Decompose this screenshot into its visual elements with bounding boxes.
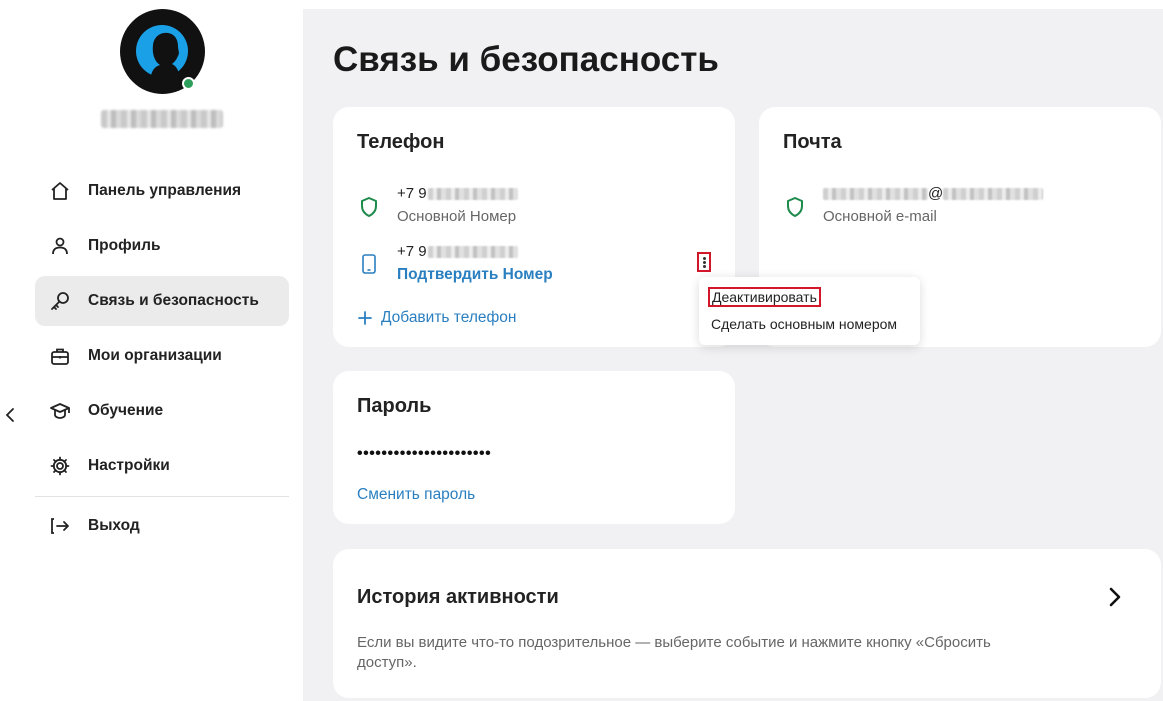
sidebar-item-organizations[interactable]: Мои организации <box>35 331 289 381</box>
key-icon <box>49 290 71 312</box>
primary-email: @ <box>823 185 1044 202</box>
online-status-dot <box>182 77 195 90</box>
history-card-title: История активности <box>357 586 559 608</box>
sidebar-item-learning[interactable]: Обучение <box>35 386 289 436</box>
make-primary-menu-item[interactable]: Сделать основным номером <box>711 316 897 332</box>
chevron-right-icon[interactable] <box>1105 585 1125 609</box>
sidebar-item-label: Профиль <box>88 237 161 254</box>
username-masked <box>101 110 223 128</box>
add-phone-link[interactable]: Добавить телефон <box>357 309 516 327</box>
change-password-link[interactable]: Сменить пароль <box>357 486 475 504</box>
sidebar-item-logout[interactable]: Выход <box>35 501 289 551</box>
kebab-dot <box>702 256 706 260</box>
collapse-sidebar-button[interactable] <box>3 404 17 426</box>
confirm-number-link[interactable]: Подтвердить Номер <box>397 266 553 284</box>
masked-email-domain <box>943 188 1044 201</box>
password-card-title: Пароль <box>357 395 432 417</box>
secondary-phone-number: +7 9 <box>397 243 518 260</box>
sidebar: Панель управления Профиль Связь и безопа… <box>0 0 303 701</box>
chevron-left-icon <box>5 408 14 422</box>
sidebar-item-profile[interactable]: Профиль <box>35 221 289 271</box>
masked-email-local <box>823 188 928 201</box>
email-card-title: Почта <box>783 131 842 153</box>
primary-email-caption: Основной e-mail <box>823 208 937 225</box>
shield-check-icon <box>783 195 807 219</box>
password-card: Пароль •••••••••••••••••••••• Сменить па… <box>333 371 735 524</box>
sidebar-item-label: Мои организации <box>88 347 222 364</box>
history-description: Если вы видите что-то подозрительное — в… <box>357 634 991 671</box>
briefcase-icon <box>49 345 71 367</box>
phone-options-dropdown: Деактивировать Сделать основным номером <box>699 277 920 345</box>
phone-device-icon <box>357 252 381 276</box>
sidebar-item-settings[interactable]: Настройки <box>35 441 289 491</box>
logout-icon <box>49 515 71 537</box>
primary-phone-caption: Основной Номер <box>397 208 517 225</box>
masked-digits <box>427 188 518 201</box>
sidebar-item-label: Обучение <box>88 402 164 419</box>
sidebar-item-security[interactable]: Связь и безопасность <box>35 276 289 326</box>
shield-check-icon <box>357 195 381 219</box>
page-title: Связь и безопасность <box>333 40 719 79</box>
user-icon <box>49 235 71 257</box>
sidebar-item-label: Связь и безопасность <box>88 292 259 309</box>
sidebar-item-label: Настройки <box>88 457 170 474</box>
main-content: Связь и безопасность Телефон +7 9 Основн… <box>303 9 1163 701</box>
sidebar-item-label: Выход <box>88 517 140 534</box>
home-icon <box>49 180 71 202</box>
password-masked: •••••••••••••••••••••• <box>357 445 492 462</box>
gear-icon <box>49 455 71 477</box>
plus-icon <box>358 311 372 325</box>
activity-history-card[interactable]: История активности Если вы видите что-то… <box>333 549 1161 698</box>
sidebar-nav: Панель управления Профиль Связь и безопа… <box>35 166 289 556</box>
kebab-dot <box>702 264 706 268</box>
phone-options-menu-button[interactable] <box>697 252 711 272</box>
masked-digits <box>427 246 518 259</box>
sidebar-item-label: Панель управления <box>88 182 242 199</box>
deactivate-menu-item[interactable]: Деактивировать <box>708 287 821 307</box>
graduation-cap-icon <box>49 400 71 422</box>
primary-phone-number: +7 9 <box>397 185 518 202</box>
phone-card-title: Телефон <box>357 131 445 153</box>
nav-divider <box>35 496 289 497</box>
sidebar-item-dashboard[interactable]: Панель управления <box>35 166 289 216</box>
phone-card: Телефон +7 9 Основной Номер +7 9 Подтвер… <box>333 107 735 347</box>
kebab-dot <box>702 260 706 264</box>
